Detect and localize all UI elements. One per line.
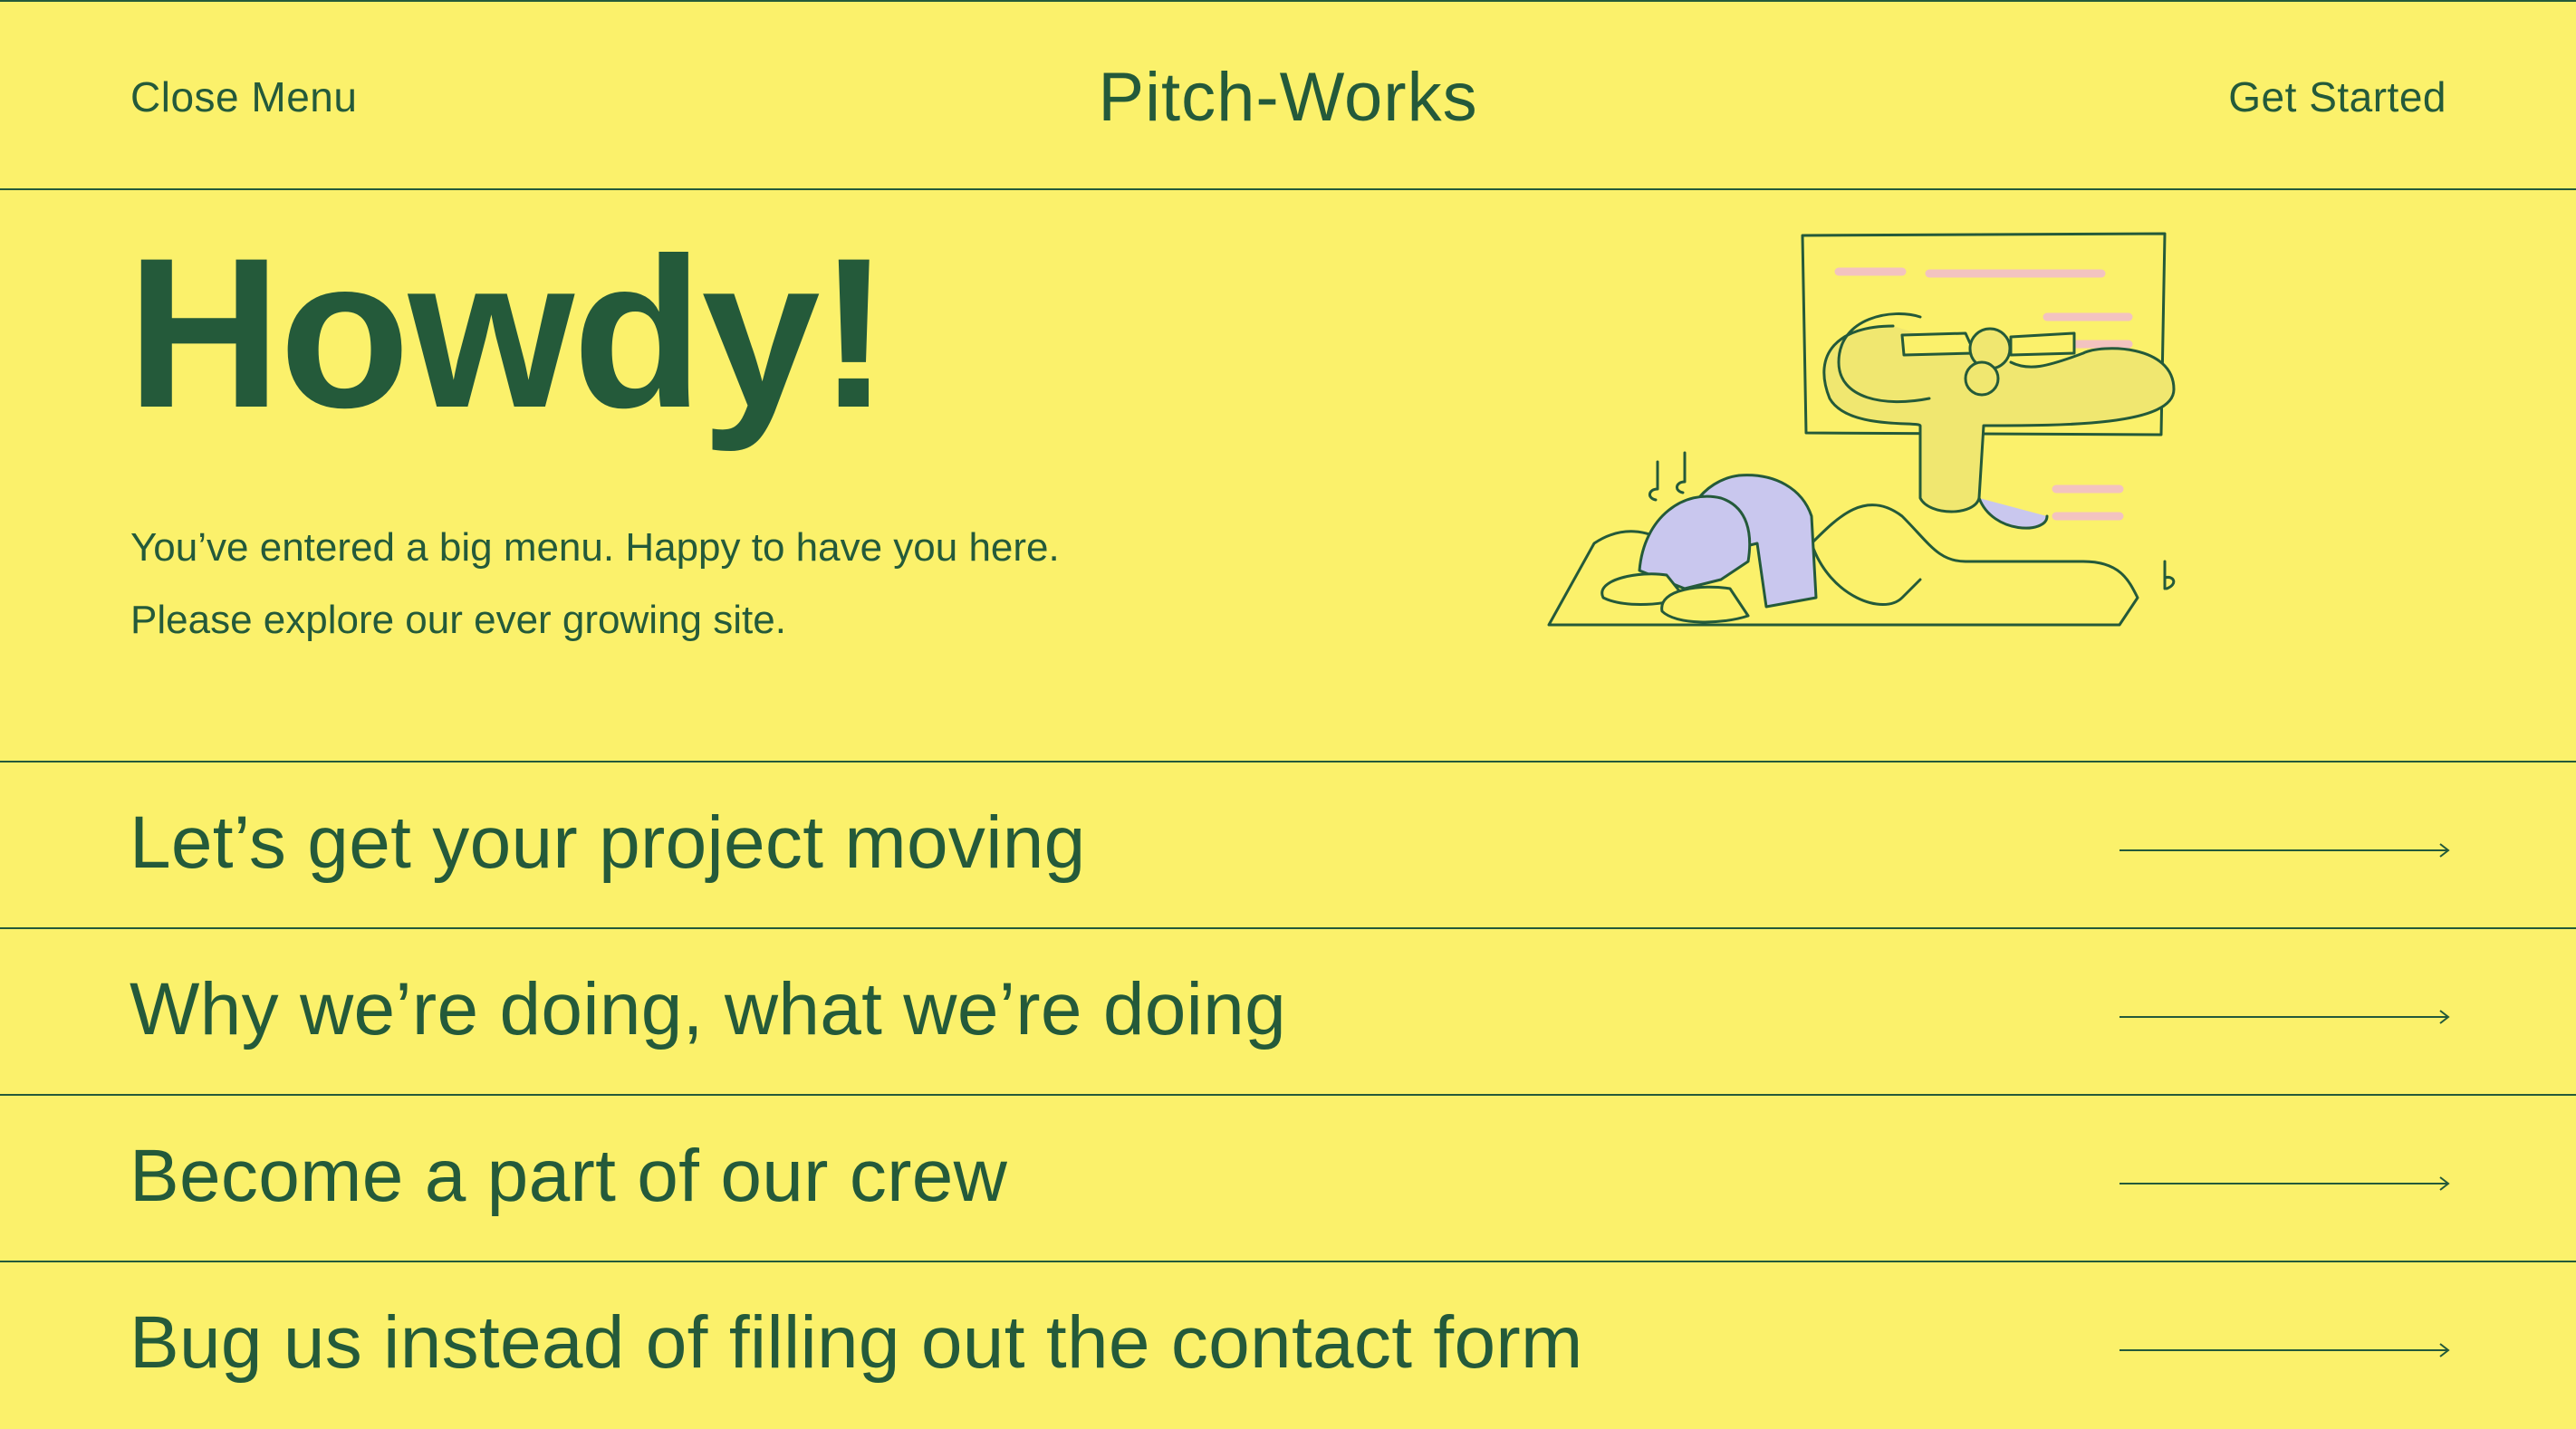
top-bar: Close Menu Pitch-Works Get Started [0, 2, 2576, 190]
menu-item-label: Why we’re doing, what we’re doing [130, 968, 1286, 1050]
menu-item-about[interactable]: Why we’re doing, what we’re doing [0, 929, 2576, 1096]
person-relaxing-on-scroll-illustration [1547, 232, 2176, 627]
brand-logo[interactable]: Pitch-Works [0, 58, 2576, 137]
menu-item-label: Become a part of our crew [130, 1135, 1008, 1217]
arrow-right-icon [2119, 1176, 2450, 1191]
page-title: Howdy! [127, 214, 889, 453]
menu-item-careers[interactable]: Become a part of our crew [0, 1096, 2576, 1262]
hero-section: Howdy! You’ve entered a big menu. Happy … [0, 190, 2576, 762]
arrow-right-icon [2119, 843, 2450, 858]
menu-item-label: Bug us instead of filling out the contac… [130, 1301, 1583, 1384]
arrow-right-icon [2119, 1343, 2450, 1357]
get-started-link[interactable]: Get Started [2228, 72, 2446, 121]
menu-item-project[interactable]: Let’s get your project moving [0, 762, 2576, 929]
intro-text: You’ve entered a big menu. Happy to have… [130, 525, 1060, 642]
main-menu: Let’s get your project moving Why we’re … [0, 762, 2576, 1429]
menu-item-label: Let’s get your project moving [130, 801, 1086, 884]
menu-item-contact[interactable]: Bug us instead of filling out the contac… [0, 1262, 2576, 1429]
arrow-right-icon [2119, 1010, 2450, 1024]
